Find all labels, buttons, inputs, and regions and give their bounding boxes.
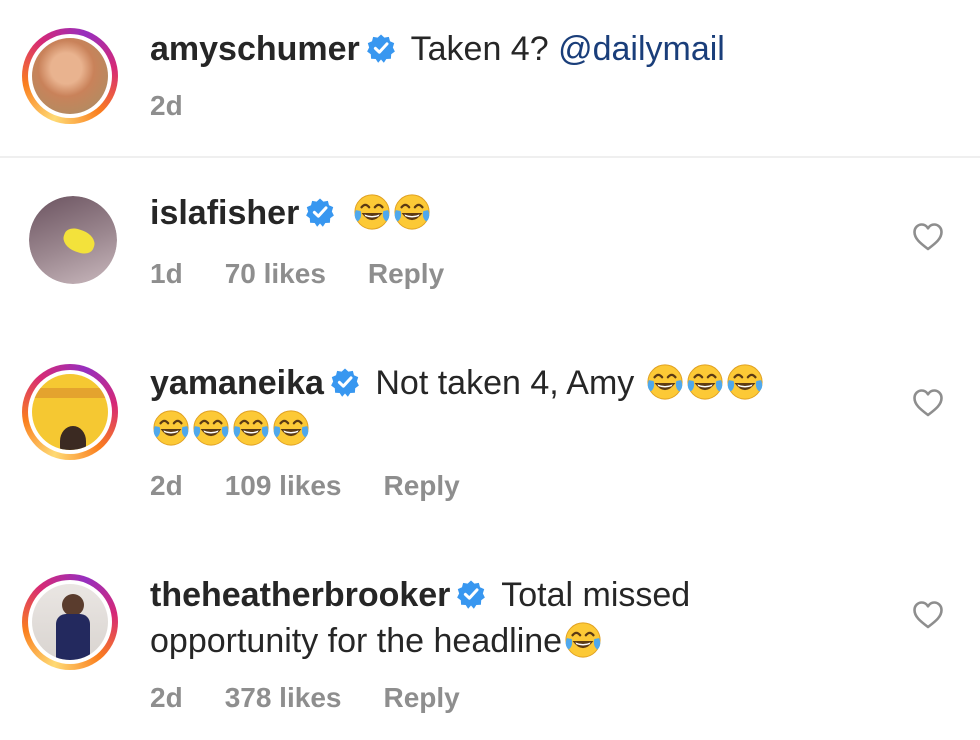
comment-text-line1: Total missed (501, 576, 691, 614)
verified-badge-icon (330, 367, 360, 397)
heart-icon[interactable] (912, 222, 944, 252)
comment-timestamp[interactable]: 2d (150, 470, 183, 502)
username-yamaneika[interactable]: yamaneika (150, 364, 324, 402)
face-with-tears-of-joy-emoji (353, 193, 391, 231)
face-with-tears-of-joy-emoji (152, 409, 190, 447)
likes-count[interactable]: 378 likes (225, 682, 342, 714)
likes-count[interactable]: 70 likes (225, 258, 326, 290)
comment-timestamp[interactable]: 2d (150, 682, 183, 714)
divider (0, 156, 980, 158)
verified-badge-icon (366, 33, 396, 63)
face-with-tears-of-joy-emoji (192, 409, 230, 447)
face-with-tears-of-joy-emoji (726, 363, 764, 401)
comment-timestamp[interactable]: 2d (150, 90, 183, 122)
reply-button[interactable]: Reply (383, 470, 459, 502)
mention-link[interactable]: @dailymail (558, 30, 725, 68)
face-with-tears-of-joy-emoji (646, 363, 684, 401)
isla-avatar[interactable] (29, 196, 117, 284)
face-with-tears-of-joy-emoji (232, 409, 270, 447)
comment-text: Taken 4? (410, 30, 549, 68)
likes-count[interactable]: 109 likes (225, 470, 342, 502)
amy-avatar[interactable] (22, 28, 118, 124)
face-with-tears-of-joy-emoji (686, 363, 724, 401)
heart-icon[interactable] (912, 600, 944, 630)
username-islafisher[interactable]: islafisher (150, 194, 299, 232)
face-with-tears-of-joy-emoji (564, 621, 602, 659)
username-theheatherbrooker[interactable]: theheatherbrooker (150, 576, 450, 614)
username-amyschumer[interactable]: amyschumer (150, 30, 360, 68)
face-with-tears-of-joy-emoji (393, 193, 431, 231)
comment-text: Not taken 4, Amy (375, 364, 635, 402)
reply-button[interactable]: Reply (383, 682, 459, 714)
heart-icon[interactable] (912, 388, 944, 418)
comment-text-line2: opportunity for the headline (150, 622, 563, 660)
verified-badge-icon (305, 197, 335, 227)
reply-button[interactable]: Reply (368, 258, 444, 290)
yamaneika-avatar[interactable] (22, 364, 118, 460)
comment-timestamp[interactable]: 1d (150, 258, 183, 290)
heather-avatar[interactable] (22, 574, 118, 670)
verified-badge-icon (456, 579, 486, 609)
face-with-tears-of-joy-emoji (272, 409, 310, 447)
